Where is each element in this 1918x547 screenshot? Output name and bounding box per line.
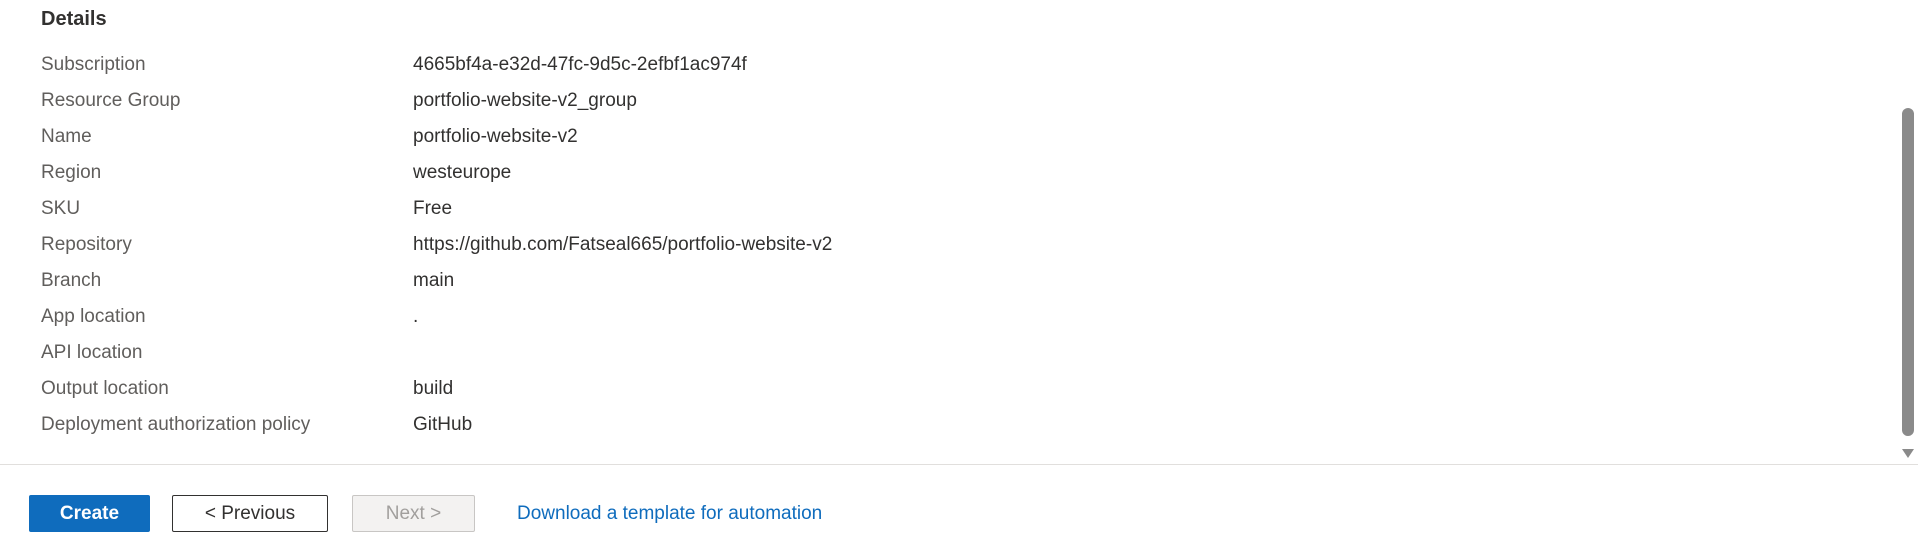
detail-label: Repository — [41, 234, 132, 255]
detail-label: Branch — [41, 270, 102, 291]
detail-row-output-location: Output location build — [41, 371, 1341, 407]
detail-row-repository: Repository https://github.com/Fatseal665… — [41, 227, 1341, 263]
detail-label: Deployment authorization policy — [41, 414, 311, 435]
detail-label: Region — [41, 162, 102, 183]
scroll-down-arrow-icon[interactable] — [1902, 449, 1914, 458]
detail-row-subscription: Subscription 4665bf4a-e32d-47fc-9d5c-2ef… — [41, 47, 1341, 83]
detail-label: API location — [41, 342, 143, 363]
detail-row-region: Region westeurope — [41, 155, 1341, 191]
next-button[interactable]: Next > — [352, 495, 475, 532]
detail-row-branch: Branch main — [41, 263, 1341, 299]
wizard-footer: Create < Previous Next > Download a temp… — [0, 465, 1918, 547]
detail-label: SKU — [41, 198, 81, 219]
detail-label: App location — [41, 306, 146, 327]
detail-label: Subscription — [41, 54, 146, 75]
detail-row-deployment-authorization-policy: Deployment authorization policy GitHub — [41, 407, 1341, 443]
detail-value: build — [413, 378, 454, 399]
detail-label: Resource Group — [41, 90, 181, 111]
detail-row-api-location: API location — [41, 335, 1341, 371]
detail-label: Output location — [41, 378, 169, 399]
create-button[interactable]: Create — [29, 495, 150, 532]
detail-value: portfolio-website-v2 — [413, 126, 578, 147]
detail-value: Free — [413, 198, 453, 219]
scrollbar-thumb[interactable] — [1902, 108, 1914, 436]
detail-row-app-location: App location . — [41, 299, 1341, 335]
detail-value: . — [413, 306, 419, 327]
detail-value: https://github.com/Fatseal665/portfolio-… — [413, 234, 833, 255]
review-create-page: Details Subscription 4665bf4a-e32d-47fc-… — [0, 0, 1918, 547]
detail-value: GitHub — [413, 414, 473, 435]
details-list: Subscription 4665bf4a-e32d-47fc-9d5c-2ef… — [41, 47, 1341, 443]
detail-value: main — [413, 270, 455, 291]
detail-value: 4665bf4a-e32d-47fc-9d5c-2efbf1ac974f — [413, 54, 747, 75]
detail-row-resource-group: Resource Group portfolio-website-v2_grou… — [41, 83, 1341, 119]
details-content: Details Subscription 4665bf4a-e32d-47fc-… — [0, 0, 1898, 464]
vertical-scrollbar[interactable] — [1898, 0, 1918, 464]
previous-button[interactable]: < Previous — [172, 495, 328, 532]
download-template-link[interactable]: Download a template for automation — [517, 495, 822, 532]
details-heading: Details — [41, 8, 107, 30]
detail-value: westeurope — [413, 162, 512, 183]
detail-value: portfolio-website-v2_group — [413, 90, 637, 111]
detail-label: Name — [41, 126, 92, 147]
detail-row-name: Name portfolio-website-v2 — [41, 119, 1341, 155]
detail-row-sku: SKU Free — [41, 191, 1341, 227]
